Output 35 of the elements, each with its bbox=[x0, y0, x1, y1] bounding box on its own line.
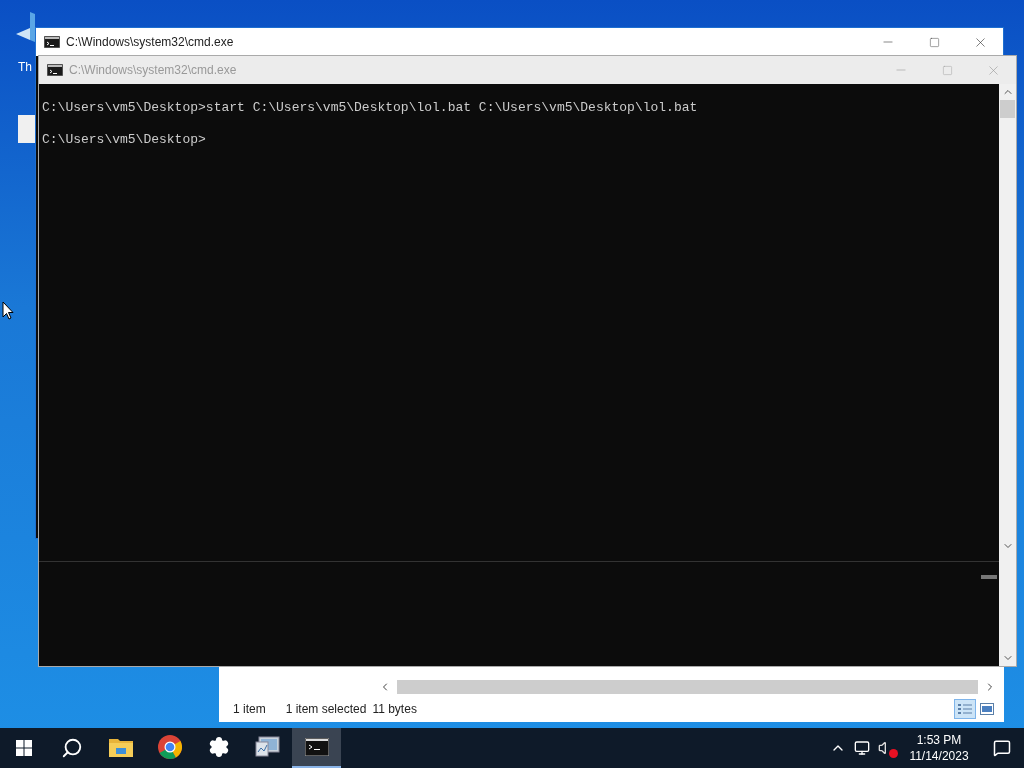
console-icon bbox=[47, 64, 63, 76]
network-icon bbox=[854, 740, 870, 756]
preview-icon bbox=[980, 703, 994, 715]
time-text: 1:53 PM bbox=[916, 732, 962, 748]
browser-icon bbox=[157, 735, 182, 759]
muted-badge-icon bbox=[889, 749, 898, 758]
details-view-button[interactable] bbox=[954, 699, 976, 719]
maximize-icon bbox=[928, 36, 940, 48]
scroll-thumb[interactable] bbox=[1000, 100, 1015, 118]
date-text: 11/14/2023 bbox=[909, 748, 969, 764]
status-text: 1 item selected bbox=[285, 701, 367, 718]
console-line: C:\Users\vm5\Desktop>start C:\Users\vm5\Desktop\lol.bat C:\Users\vm5\Desktop\lol.bat bbox=[42, 100, 699, 116]
settings-icon bbox=[207, 736, 230, 758]
search-icon bbox=[61, 737, 83, 759]
folder-icon bbox=[108, 737, 133, 757]
desktop-item-label[interactable]: Th bbox=[18, 58, 32, 76]
status-text: 1 item bbox=[233, 701, 266, 718]
horizontal-scrollbar[interactable] bbox=[397, 680, 978, 694]
windows-logo-icon bbox=[16, 740, 32, 756]
taskbar-app-button[interactable] bbox=[292, 728, 341, 768]
monitor-icon bbox=[254, 736, 281, 758]
maximize-icon bbox=[941, 64, 953, 76]
vertical-scrollbar[interactable] bbox=[999, 84, 1016, 666]
scroll-mark bbox=[981, 575, 997, 579]
mouse-cursor-icon bbox=[2, 301, 14, 321]
window-title: C:\Windows\system32\cmd.exe bbox=[69, 62, 237, 79]
details-icon bbox=[958, 703, 972, 715]
console-icon bbox=[44, 36, 60, 48]
console-icon bbox=[304, 738, 329, 756]
status-text: 11 bytes bbox=[372, 701, 417, 718]
notifications-icon bbox=[993, 739, 1011, 757]
desktop-item-icon[interactable] bbox=[18, 115, 36, 143]
console-line: C:\Users\vm5\Desktop> bbox=[42, 132, 207, 148]
window-title: C:\Windows\system32\cmd.exe bbox=[66, 34, 234, 51]
clock[interactable]: 1:53 PM 11/14/2023 bbox=[904, 732, 974, 764]
